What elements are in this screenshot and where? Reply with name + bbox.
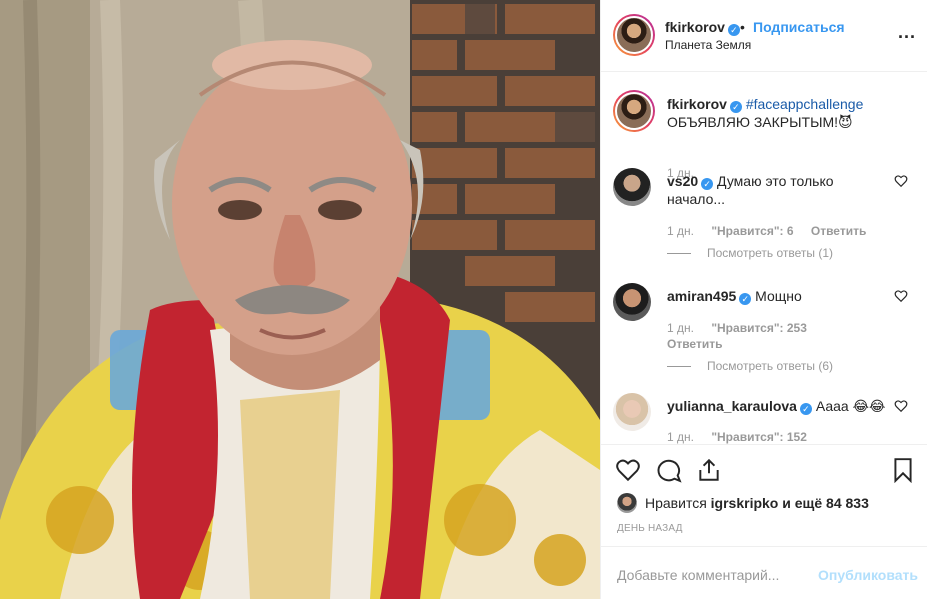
comment-likes[interactable]: "Нравится": 253: [711, 321, 807, 335]
comment-time[interactable]: 1 дн.: [667, 430, 694, 444]
post-date[interactable]: ДЕНЬ НАЗАД: [617, 523, 683, 534]
liker-username[interactable]: igrskripko: [711, 495, 779, 511]
verified-icon: ✓: [729, 101, 742, 113]
replies-line: [667, 366, 691, 368]
commenter-username[interactable]: amiran495: [667, 288, 736, 304]
verified-icon: ✓: [727, 24, 740, 36]
like-comment-heart-icon[interactable]: [894, 174, 908, 188]
view-replies-button[interactable]: Посмотреть ответы (1): [667, 246, 833, 260]
commenter-username[interactable]: yulianna_karaulova: [667, 398, 797, 414]
caption: fkirkorov ✓ #faceappchallenge ОБЪЯВЛЯЮ ЗА…: [613, 90, 918, 180]
post-photo[interactable]: [0, 0, 600, 599]
reply-button[interactable]: Ответить: [811, 224, 866, 238]
comment-text: vs20 ✓ Думаю это только начало...: [667, 172, 892, 208]
likes-prefix: Нравится: [645, 495, 707, 511]
caption-username[interactable]: fkirkorov: [667, 96, 727, 112]
add-comment-bar: Добавьте комментарий... Опубликовать: [601, 546, 927, 599]
comment-input[interactable]: Добавьте комментарий...: [617, 567, 779, 583]
publish-button[interactable]: Опубликовать: [818, 567, 918, 583]
comment-time[interactable]: 1 дн.: [667, 224, 694, 238]
comment-bubble-icon[interactable]: [656, 457, 682, 483]
comment-meta-row2: Ответить: [667, 337, 736, 351]
author-username[interactable]: fkirkorov ✓: [665, 19, 740, 36]
comment-item: vs20 ✓ Думаю это только начало... 1 дн. "…: [613, 168, 918, 268]
comment-likes[interactable]: "Нравится": 152: [711, 430, 807, 444]
like-comment-heart-icon[interactable]: [894, 399, 908, 413]
location-link[interactable]: Планета Земля: [665, 38, 751, 52]
comment-text: amiran495 ✓ Мощно: [667, 287, 892, 305]
separator-dot: •: [740, 19, 745, 35]
comment-meta: 1 дн. "Нравится": 6 Ответить: [667, 224, 880, 238]
comment-body: Аааа 😂😂: [815, 398, 886, 414]
view-replies-button[interactable]: Посмотреть ответы (6): [667, 359, 833, 373]
more-options-icon[interactable]: ...: [898, 22, 916, 43]
post-header: fkirkorov ✓ • Подписаться Планета Земля .…: [601, 0, 927, 72]
commenter-avatar[interactable]: [613, 168, 651, 206]
comment-item: yulianna_karaulova ✓ Аааа 😂😂 1 дн. "Нрави…: [613, 393, 918, 444]
share-icon[interactable]: [696, 457, 722, 483]
bookmark-icon[interactable]: [890, 457, 916, 483]
comment-time[interactable]: 1 дн.: [667, 321, 694, 335]
author-avatar[interactable]: [613, 14, 655, 56]
like-comment-heart-icon[interactable]: [894, 289, 908, 303]
comments-list[interactable]: fkirkorov ✓ #faceappchallenge ОБЪЯВЛЯЮ ЗА…: [601, 72, 927, 444]
caption-avatar[interactable]: [613, 90, 655, 132]
caption-hashtag[interactable]: #faceappchallenge: [746, 96, 864, 112]
comment-likes[interactable]: "Нравится": 6: [711, 224, 793, 238]
comment-meta: 1 дн. "Нравится": 253: [667, 321, 821, 335]
commenter-username[interactable]: vs20: [667, 173, 698, 189]
comment-body: Мощно: [755, 288, 802, 304]
comment-text: yulianna_karaulova ✓ Аааа 😂😂: [667, 397, 892, 415]
commenter-avatar[interactable]: [613, 283, 651, 321]
follow-button[interactable]: Подписаться: [753, 19, 845, 35]
likes-summary: Нравится igrskripko и ещё 84 833: [645, 495, 869, 511]
verified-icon: ✓: [739, 293, 752, 305]
likes-count[interactable]: и ещё 84 833: [782, 495, 869, 511]
caption-body: ОБЪЯВЛЯЮ ЗАКРЫТЫМ!😈: [667, 114, 853, 130]
verified-icon: ✓: [701, 178, 714, 190]
replies-line: [667, 253, 691, 255]
post-side-panel: fkirkorov ✓ • Подписаться Планета Земля .…: [600, 0, 927, 599]
post-photo-illustration: [0, 0, 600, 599]
liker-avatar[interactable]: [617, 493, 637, 513]
post-actions: Нравится igrskripko и ещё 84 833 ДЕНЬ НА…: [601, 444, 927, 546]
comment-item: amiran495 ✓ Мощно 1 дн. "Нравится": 253 О…: [613, 283, 918, 393]
reply-button[interactable]: Ответить: [667, 337, 722, 351]
caption-text: fkirkorov ✓ #faceappchallenge ОБЪЯВЛЯЮ ЗА…: [667, 95, 892, 131]
verified-icon: ✓: [799, 403, 812, 415]
comment-meta: 1 дн. "Нравится": 152: [667, 430, 821, 444]
like-heart-icon[interactable]: [615, 457, 641, 483]
commenter-avatar[interactable]: [613, 393, 651, 431]
